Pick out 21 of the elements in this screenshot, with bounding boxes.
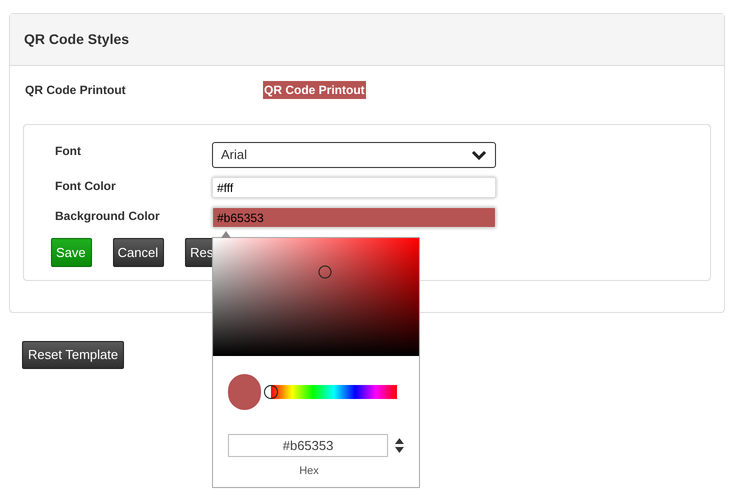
form-button[interactable]: Save xyxy=(51,238,92,267)
popover-arrow-icon xyxy=(221,231,231,238)
reset-template-button[interactable]: Reset Template xyxy=(22,341,124,369)
field-label: Font Color xyxy=(55,178,117,195)
saturation-area[interactable] xyxy=(213,238,419,356)
color-input-field[interactable]: #fff xyxy=(212,177,496,198)
form-button[interactable]: Cancel xyxy=(112,238,164,267)
qr-preview-sample: QR Code Printout xyxy=(263,81,366,99)
color-swatch xyxy=(228,374,261,410)
color-input-field[interactable]: #b65353 xyxy=(212,207,496,228)
field-label: Background Color xyxy=(55,208,161,225)
saturation-handle[interactable] xyxy=(318,265,332,278)
panel-title: QR Code Styles xyxy=(24,30,130,49)
hex-input-field[interactable]: #b65353 xyxy=(228,434,388,457)
hue-handle[interactable] xyxy=(264,385,278,399)
up-down-arrows-icon[interactable] xyxy=(395,438,404,453)
chevron-down-icon xyxy=(471,150,487,160)
field-label: Font xyxy=(55,143,82,160)
format-label: Hex xyxy=(298,464,320,479)
font-select[interactable]: Arial xyxy=(212,142,496,168)
preview-label: QR Code Printout xyxy=(25,82,127,99)
